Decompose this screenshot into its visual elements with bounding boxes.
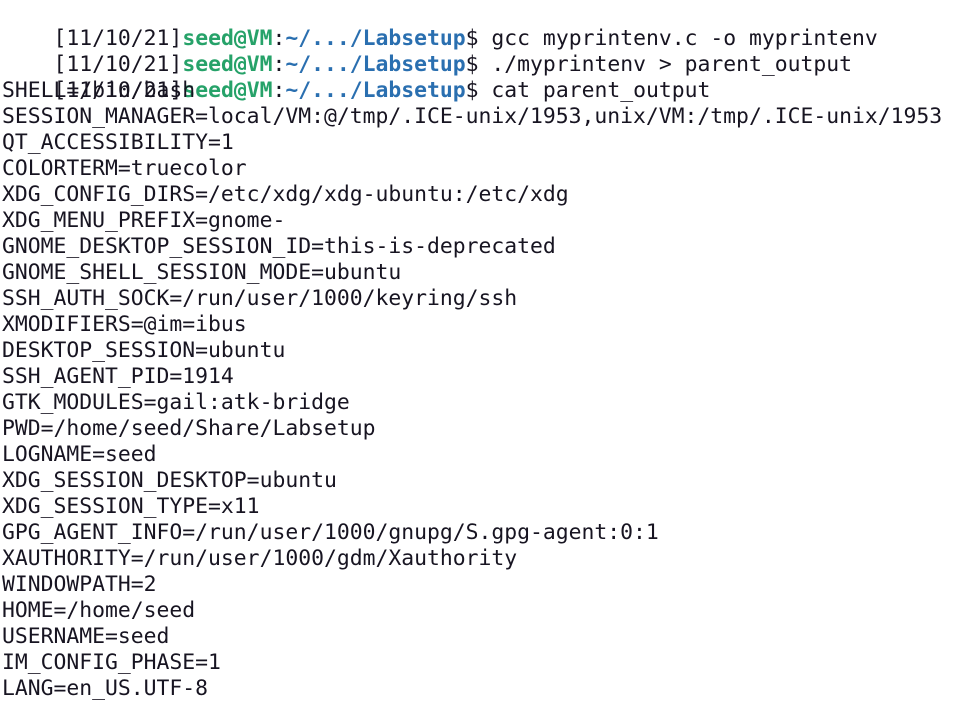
prompt-colon: : — [272, 26, 286, 51]
output-line: GNOME_DESKTOP_SESSION_ID=this-is-depreca… — [2, 234, 556, 259]
output-line: SESSION_MANAGER=local/VM:@/tmp/.ICE-unix… — [2, 104, 943, 129]
output-line: XDG_SESSION_TYPE=x11 — [2, 494, 260, 519]
prompt-dollar: $ — [465, 78, 492, 103]
output-line: GPG_AGENT_INFO=/run/user/1000/gnupg/S.gp… — [2, 520, 659, 545]
output-line: WINDOWPATH=2 — [2, 572, 157, 597]
command-text: ./myprintenv > parent_output — [491, 52, 853, 77]
output-line: SSH_AGENT_PID=1914 — [2, 364, 234, 389]
output-line: IM_CONFIG_PHASE=1 — [2, 650, 221, 675]
prompt-line: [11/10/21]seed@VM:~/.../Labsetup$ gcc my… — [0, 0, 965, 51]
output-line: PWD=/home/seed/Share/Labsetup — [2, 416, 376, 441]
output-line: GTK_MODULES=gail:atk-bridge — [2, 390, 350, 415]
prompt-user-host: seed@VM — [182, 26, 273, 51]
command-text: gcc myprintenv.c -o myprintenv — [491, 26, 878, 51]
output-line: GNOME_SHELL_SESSION_MODE=ubuntu — [2, 260, 402, 285]
prompt-path: ~/.../Labsetup — [285, 78, 466, 103]
prompt-colon: : — [272, 52, 286, 77]
output-line: DESKTOP_SESSION=ubuntu — [2, 338, 286, 363]
output-line: XAUTHORITY=/run/user/1000/gdm/Xauthority — [2, 546, 518, 571]
output-line: XMODIFIERS=@im=ibus — [2, 312, 247, 337]
prompt-path: ~/.../Labsetup — [285, 26, 466, 51]
output-line: COLORTERM=truecolor — [2, 156, 247, 181]
prompt-time: [11/10/21] — [53, 26, 183, 51]
prompt-user-host: seed@VM — [182, 52, 273, 77]
prompt-time: [11/10/21] — [53, 52, 183, 77]
output-line: HOME=/home/seed — [2, 598, 196, 623]
output-line: QT_ACCESSIBILITY=1 — [2, 130, 234, 155]
output-line: XDG_MENU_PREFIX=gnome- — [2, 208, 286, 233]
output-line: USERNAME=seed — [2, 624, 170, 649]
output-line: XDG_CONFIG_DIRS=/etc/xdg/xdg-ubuntu:/etc… — [2, 182, 569, 207]
command-text: cat parent_output — [491, 78, 711, 103]
terminal-window[interactable]: [11/10/21]seed@VM:~/.../Labsetup$ gcc my… — [0, 0, 965, 701]
output-line: XDG_SESSION_DESKTOP=ubuntu — [2, 468, 337, 493]
prompt-dollar: $ — [465, 26, 492, 51]
output-line: LANG=en_US.UTF-8 — [2, 676, 209, 701]
prompt-user-host: seed@VM — [182, 78, 273, 103]
output-line: LOGNAME=seed — [2, 442, 157, 467]
prompt-dollar: $ — [465, 52, 492, 77]
prompt-path: ~/.../Labsetup — [285, 52, 466, 77]
prompt-colon: : — [272, 78, 286, 103]
output-line: SSH_AUTH_SOCK=/run/user/1000/keyring/ssh — [2, 286, 518, 311]
